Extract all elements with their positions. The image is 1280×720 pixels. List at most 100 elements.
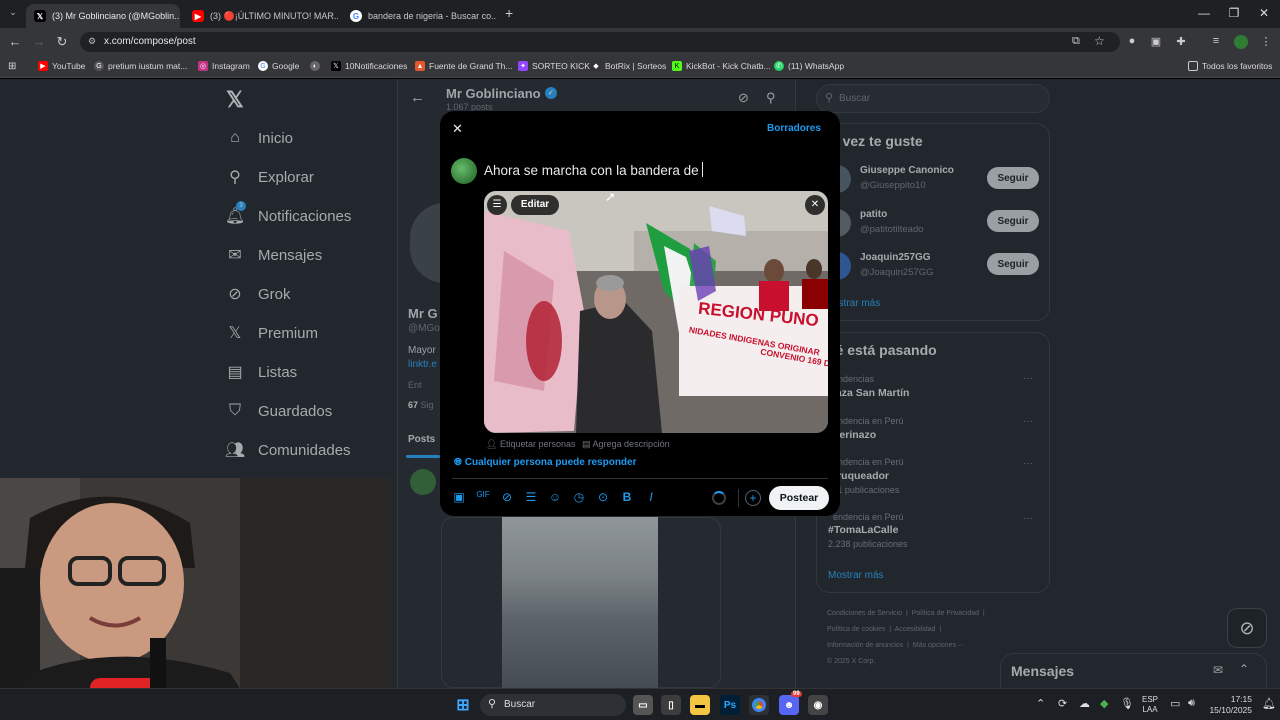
menu-icon[interactable]: ⋮	[1258, 35, 1274, 48]
app-icon[interactable]: ▯	[661, 695, 681, 715]
instagram-icon: ◎	[198, 61, 208, 71]
kick-icon: K	[672, 61, 682, 71]
media-options-button[interactable]: ☰	[487, 195, 507, 215]
chrome-logo	[752, 698, 766, 712]
photoshop-icon[interactable]: Ps	[720, 695, 740, 715]
bookmark-label: Google	[272, 61, 300, 71]
folder-icon	[1188, 61, 1198, 71]
address-bar[interactable]: ⚙ x.com/compose/post ⧉ ☆	[80, 32, 1120, 52]
reload-icon[interactable]: ↻	[53, 34, 71, 50]
tab-list-button[interactable]: ⌄	[6, 7, 20, 21]
tab-search-icon[interactable]: ≡	[1208, 35, 1224, 47]
gift-icon: ✦	[518, 61, 528, 71]
forward-icon[interactable]: →	[30, 34, 48, 49]
app-icon[interactable]: ◉	[808, 695, 828, 715]
divider	[738, 489, 739, 507]
site-info-icon[interactable]: ⚙	[88, 36, 96, 47]
gif-icon[interactable]: GIF	[475, 490, 491, 499]
italic-icon[interactable]: I	[643, 490, 659, 504]
bookmark-label: Fuente de Grand Th...	[429, 61, 513, 71]
compose-textarea[interactable]: Ahora se marcha con la bandera de	[484, 162, 703, 178]
clock[interactable]: 17:15 15/10/2025	[1206, 694, 1252, 716]
globe-icon: ◐	[310, 61, 320, 71]
notification-bell-icon[interactable]: 🔔︎	[1262, 697, 1276, 710]
language-indicator[interactable]: ESP LAA	[1142, 695, 1158, 715]
location-icon[interactable]: ⊙	[595, 490, 611, 504]
youtube-icon: ▶	[38, 61, 48, 71]
new-tab-button[interactable]: +	[505, 5, 513, 21]
tag-people-link[interactable]: 👤︎ Etiquetar personas	[486, 439, 576, 450]
back-icon[interactable]: ←	[6, 34, 24, 49]
webcam-overlay	[0, 478, 392, 720]
bookmark-sorteo-kick[interactable]: ✦ SORTEO KICK	[518, 61, 590, 71]
text-cursor	[701, 162, 703, 177]
diamond-icon: ◆	[591, 61, 601, 71]
profile-avatar[interactable]	[1234, 35, 1248, 49]
tab-search[interactable]: G bandera de nigeria - Buscar co... ✕	[342, 4, 496, 28]
tray-chevron-icon[interactable]: ⌃	[1036, 697, 1045, 710]
bookmark-instagram[interactable]: ◎ Instagram	[198, 61, 250, 71]
remove-media-button[interactable]: ✕	[805, 195, 825, 215]
clock-date: 15/10/2025	[1209, 705, 1252, 715]
compose-modal: ✕ Borradores Ahora se marcha con la band…	[440, 111, 840, 516]
taskbar-search[interactable]: ⚲ Buscar	[480, 694, 626, 716]
restore-button[interactable]: ❐	[1224, 6, 1244, 20]
minimize-button[interactable]: —	[1194, 6, 1214, 20]
search-icon: ⚲	[488, 698, 497, 710]
all-bookmarks[interactable]: Todos los favoritos	[1188, 61, 1272, 71]
poll-icon[interactable]: ☰	[523, 490, 539, 504]
bookmark-gta[interactable]: ▲ Fuente de Grand Th...	[415, 61, 512, 71]
bookmark-globe[interactable]: ◐	[310, 61, 324, 71]
discord-icon[interactable]: ☻ 99	[779, 691, 802, 715]
bold-icon[interactable]: B	[619, 490, 635, 504]
bookmark-10notificaciones[interactable]: 𝕏 10Notificaciones	[331, 61, 407, 71]
tab-title: (3) 🔴¡ÚLTIMO MINUTO! MAR...	[210, 10, 338, 21]
add-description-link[interactable]: ▤ Agrega descripción	[582, 439, 670, 450]
emoji-icon[interactable]: ☺	[547, 490, 563, 504]
windows-start-icon[interactable]: ⊞	[453, 695, 473, 715]
cloud-icon[interactable]: ☁	[1079, 697, 1090, 710]
youtube-icon: ▶	[192, 10, 204, 22]
volume-icon[interactable]: 🔊︎	[1188, 697, 1195, 710]
post-button[interactable]: Postear	[769, 486, 829, 510]
bookmark-label: BotRix | Sorteos	[605, 61, 667, 71]
edit-media-button[interactable]: Editar	[511, 195, 559, 215]
x-logo-icon: 𝕏	[331, 61, 341, 71]
whatsapp-icon: ✆	[774, 61, 784, 71]
schedule-icon[interactable]: ◷	[571, 490, 587, 504]
file-explorer-icon[interactable]: ▬	[690, 695, 710, 715]
bookmark-pretium[interactable]: Gpretium iustum mat...	[94, 61, 187, 71]
extension-icon[interactable]: ▣	[1148, 35, 1164, 48]
tray-icon[interactable]: ⟳	[1058, 697, 1067, 710]
bookmark-whatsapp[interactable]: ✆ (11) WhatsApp	[774, 61, 844, 71]
reply-setting[interactable]: 🌐︎ Cualquier persona puede responder	[454, 457, 637, 468]
bookmark-google[interactable]: G Google	[258, 61, 299, 71]
close-window-button[interactable]: ✕	[1254, 6, 1274, 20]
apps-icon[interactable]: ⊞	[8, 61, 16, 72]
task-view-icon[interactable]: ▭	[633, 695, 653, 715]
image-icon[interactable]: ▣	[451, 490, 467, 504]
grok-icon[interactable]: ⊘	[499, 490, 515, 504]
description-icon: ▤	[582, 439, 591, 449]
google-icon: G	[350, 10, 362, 22]
add-post-button[interactable]: +	[745, 490, 761, 506]
puzzle-icon[interactable]: ✚	[1173, 35, 1189, 48]
network-icon[interactable]: ▭	[1170, 697, 1180, 710]
bookmark-star-icon[interactable]: ☆	[1094, 34, 1105, 48]
bookmark-kickbot[interactable]: K KickBot - Kick Chatb...	[672, 61, 771, 71]
chrome-icon[interactable]	[749, 695, 769, 715]
tab-x-profile[interactable]: 𝕏 (3) Mr Goblinciano (@MGoblin... ✕	[26, 4, 180, 28]
webcam-feed	[0, 478, 392, 720]
extension-icon[interactable]: ●	[1124, 35, 1140, 47]
tab-youtube[interactable]: ▶ (3) 🔴¡ÚLTIMO MINUTO! MAR... ✕	[184, 4, 338, 28]
tray-icon[interactable]: ◆	[1100, 697, 1108, 710]
drafts-link[interactable]: Borradores	[767, 123, 821, 134]
x-logo-icon: 𝕏	[34, 10, 46, 22]
media-attachment[interactable]: REGION PUNO NIDADES INDIGENAS ORIGINAR C…	[484, 191, 828, 433]
tag-people-label: Etiquetar personas	[499, 439, 576, 449]
install-app-icon[interactable]: ⧉	[1072, 35, 1080, 48]
bookmark-youtube[interactable]: ▶ YouTube	[38, 61, 85, 71]
bookmark-botrix[interactable]: ◆ BotRix | Sorteos	[591, 61, 666, 71]
close-icon[interactable]: ✕	[452, 121, 463, 137]
tray-icon[interactable]: 🎙︎	[1120, 697, 1134, 710]
